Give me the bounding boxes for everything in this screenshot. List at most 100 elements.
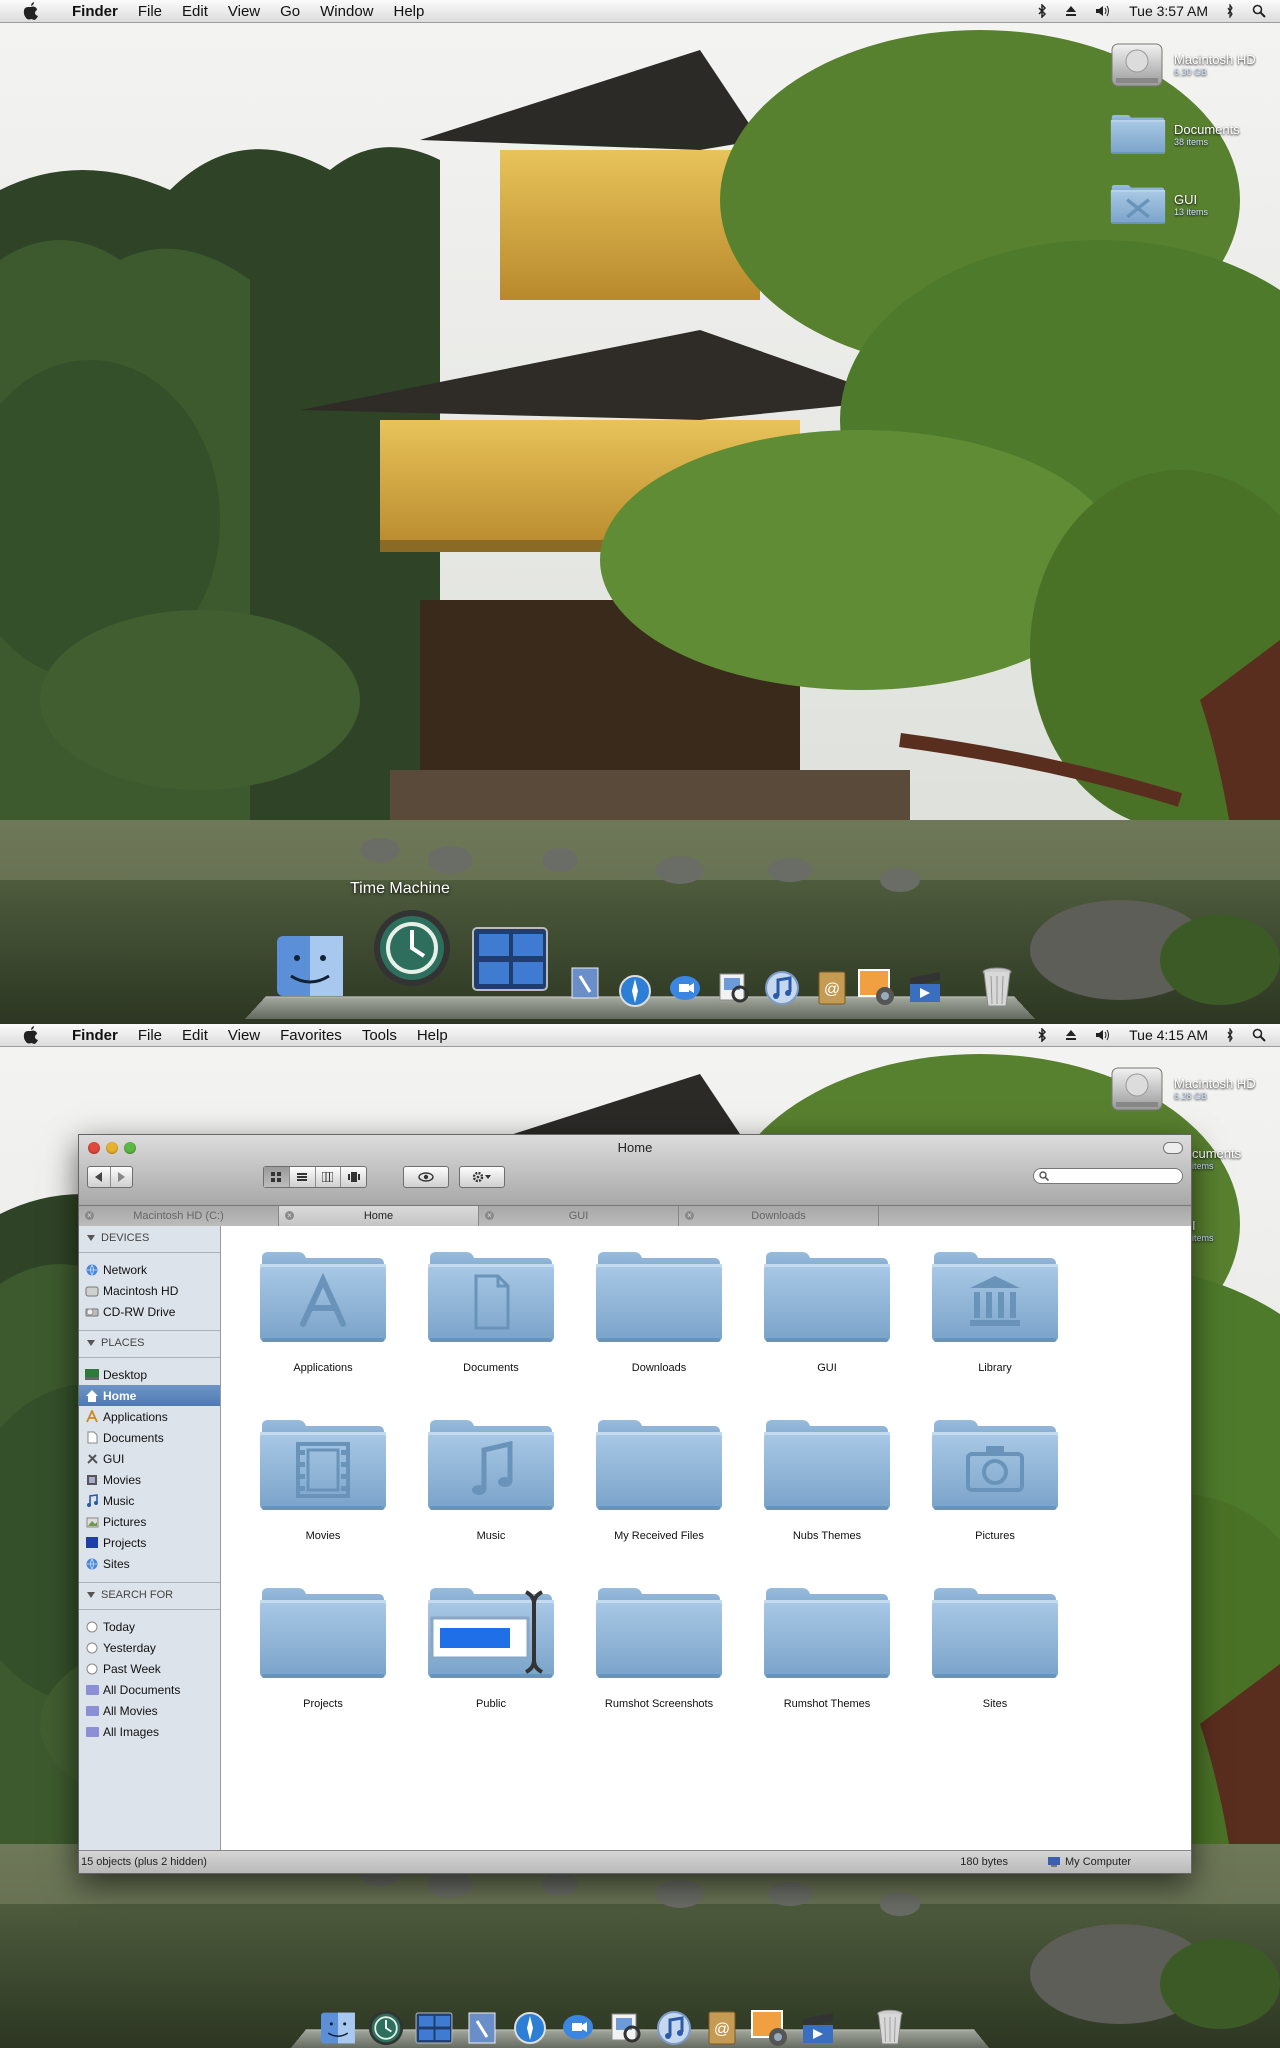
- desktop-icon-documents[interactable]: cuments items: [1192, 1146, 1241, 1171]
- desktop-icon-macintosh-hd[interactable]: Macintosh HD 6.30 GB: [1110, 36, 1256, 92]
- time-machine-icon[interactable]: [366, 2008, 406, 2048]
- spaces-icon[interactable]: [414, 2008, 454, 2048]
- sidebar-item-all-movies[interactable]: All Movies: [79, 1700, 220, 1721]
- sidebar-section-devices[interactable]: DEVICES: [87, 1232, 220, 1244]
- menu-view[interactable]: View: [218, 1027, 270, 1044]
- close-tab-icon[interactable]: ×: [85, 1211, 94, 1220]
- sidebar-item-movies[interactable]: Movies: [79, 1469, 220, 1490]
- sidebar-item-home[interactable]: Home: [79, 1385, 220, 1406]
- ichat-icon[interactable]: [666, 970, 704, 1008]
- folder-item-pictures[interactable]: Pictures: [911, 1414, 1079, 1582]
- status-icon[interactable]: [1226, 4, 1234, 18]
- apple-menu-icon[interactable]: [20, 1026, 42, 1044]
- desktop-icon-macintosh-hd[interactable]: Macintosh HD 6.28 GB: [1110, 1060, 1256, 1116]
- safari-icon[interactable]: [616, 972, 654, 1010]
- back-button[interactable]: [88, 1167, 111, 1187]
- coverflow-view-button[interactable]: [341, 1167, 366, 1187]
- trash-icon[interactable]: [976, 964, 1018, 1010]
- volume-icon[interactable]: [1095, 1029, 1111, 1041]
- menu-go[interactable]: Go: [270, 3, 310, 20]
- iphoto-icon[interactable]: [856, 966, 898, 1008]
- search-input[interactable]: [1052, 1169, 1176, 1183]
- safari-icon[interactable]: [510, 2008, 550, 2048]
- address-book-icon[interactable]: @: [812, 968, 852, 1008]
- desktop-icon-documents[interactable]: Documents 38 items: [1110, 110, 1240, 158]
- tab-gui[interactable]: × GUI: [479, 1206, 679, 1226]
- mail-icon[interactable]: [462, 2008, 502, 2048]
- spotlight-icon[interactable]: [1252, 4, 1266, 18]
- sidebar-item-applications[interactable]: Applications: [79, 1406, 220, 1427]
- menu-finder[interactable]: Finder: [62, 1027, 128, 1044]
- time-machine-icon[interactable]: [370, 906, 454, 990]
- folder-item-movies[interactable]: Movies: [239, 1414, 407, 1582]
- folder-item-rumshot-themes[interactable]: Rumshot Themes: [743, 1582, 911, 1750]
- preview-icon[interactable]: [606, 2008, 646, 2048]
- address-book-icon[interactable]: @: [702, 2008, 742, 2048]
- sidebar-item-sites[interactable]: Sites: [79, 1553, 220, 1574]
- folder-item-applications[interactable]: Applications: [239, 1246, 407, 1414]
- column-view-button[interactable]: [316, 1167, 342, 1187]
- tab-macintosh-hd[interactable]: × Macintosh HD (C:): [79, 1206, 279, 1226]
- sidebar-item-documents[interactable]: Documents: [79, 1427, 220, 1448]
- itunes-icon[interactable]: [654, 2008, 694, 2048]
- sidebar-item-all-images[interactable]: All Images: [79, 1721, 220, 1742]
- finder-icon[interactable]: [318, 2008, 358, 2048]
- imovie-icon[interactable]: [798, 2008, 838, 2048]
- iphoto-icon[interactable]: [750, 2008, 790, 2048]
- folder-item-nubs-themes[interactable]: Nubs Themes: [743, 1414, 911, 1582]
- status-icon[interactable]: [1226, 1028, 1234, 1042]
- desktop-icon-gui[interactable]: GUI 13 items: [1110, 180, 1208, 228]
- spaces-icon[interactable]: [470, 924, 550, 994]
- folder-item-my-received-files[interactable]: My Received Files: [575, 1414, 743, 1582]
- sidebar-item-gui[interactable]: GUI: [79, 1448, 220, 1469]
- menu-favorites[interactable]: Favorites: [270, 1027, 352, 1044]
- menu-tools[interactable]: Tools: [352, 1027, 407, 1044]
- list-view-button[interactable]: [290, 1167, 316, 1187]
- menu-file[interactable]: File: [128, 1027, 172, 1044]
- folder-item-music[interactable]: Music: [407, 1414, 575, 1582]
- close-tab-icon[interactable]: ×: [685, 1211, 694, 1220]
- spotlight-icon[interactable]: [1252, 1028, 1266, 1042]
- quick-look-button[interactable]: [403, 1166, 449, 1188]
- eject-icon[interactable]: [1065, 5, 1077, 17]
- menu-finder[interactable]: Finder: [62, 3, 128, 20]
- ichat-icon[interactable]: [558, 2008, 598, 2048]
- sidebar-section-search-for[interactable]: SEARCH FOR: [87, 1589, 220, 1601]
- sidebar-item-today[interactable]: Today: [79, 1616, 220, 1637]
- folder-item-library[interactable]: Library: [911, 1246, 1079, 1414]
- close-tab-icon[interactable]: ×: [485, 1211, 494, 1220]
- tab-home[interactable]: × Home: [279, 1206, 479, 1226]
- mail-icon[interactable]: [566, 964, 604, 1002]
- imovie-icon[interactable]: [904, 966, 946, 1008]
- toolbar-toggle-button[interactable]: [1163, 1142, 1183, 1154]
- bluetooth-icon[interactable]: [1037, 4, 1047, 18]
- sidebar-section-places[interactable]: PLACES: [87, 1337, 220, 1349]
- folder-item-rumshot-screenshots[interactable]: Rumshot Screenshots: [575, 1582, 743, 1750]
- sidebar-item-cd-rw-drive[interactable]: CD-RW Drive: [79, 1301, 220, 1322]
- folder-item-public[interactable]: Public: [407, 1582, 575, 1750]
- menu-window[interactable]: Window: [310, 3, 383, 20]
- eject-icon[interactable]: [1065, 1029, 1077, 1041]
- menu-clock[interactable]: Tue 3:57 AM: [1129, 3, 1208, 19]
- menu-view[interactable]: View: [218, 3, 270, 20]
- folder-item-projects[interactable]: Projects: [239, 1582, 407, 1750]
- sidebar-item-music[interactable]: Music: [79, 1490, 220, 1511]
- close-tab-icon[interactable]: ×: [285, 1211, 294, 1220]
- sidebar-item-yesterday[interactable]: Yesterday: [79, 1637, 220, 1658]
- sidebar-item-all-documents[interactable]: All Documents: [79, 1679, 220, 1700]
- search-field[interactable]: [1033, 1168, 1183, 1184]
- bluetooth-icon[interactable]: [1037, 1028, 1047, 1042]
- menu-edit[interactable]: Edit: [172, 3, 218, 20]
- sidebar-item-projects[interactable]: Projects: [79, 1532, 220, 1553]
- sidebar-item-macintosh-hd[interactable]: Macintosh HD: [79, 1280, 220, 1301]
- sidebar-item-desktop[interactable]: Desktop: [79, 1364, 220, 1385]
- preview-icon[interactable]: [714, 968, 754, 1008]
- apple-menu-icon[interactable]: [20, 2, 42, 20]
- folder-item-documents[interactable]: Documents: [407, 1246, 575, 1414]
- menu-edit[interactable]: Edit: [172, 1027, 218, 1044]
- folder-item-gui[interactable]: GUI: [743, 1246, 911, 1414]
- itunes-icon[interactable]: [762, 968, 802, 1008]
- icon-view-button[interactable]: [264, 1167, 290, 1187]
- tab-downloads[interactable]: × Downloads: [679, 1206, 879, 1226]
- menu-file[interactable]: File: [128, 3, 172, 20]
